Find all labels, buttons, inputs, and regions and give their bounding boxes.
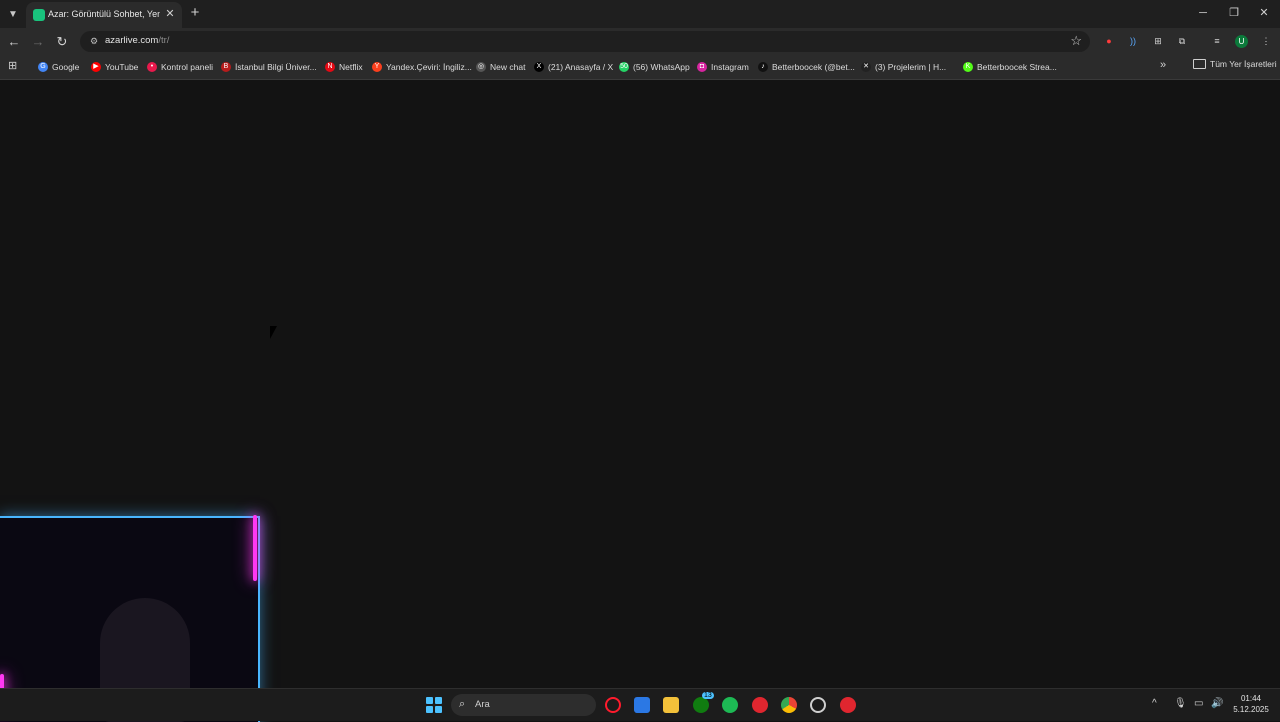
tab-close-icon[interactable]: ✕ <box>163 7 177 21</box>
windows-start-icon[interactable] <box>426 697 442 713</box>
university-icon: B <box>221 62 231 72</box>
bookmark-item[interactable]: B İstanbul Bilgi Üniver... <box>221 59 317 75</box>
all-bookmarks-label: Tüm Yer İşaretleri <box>1210 59 1277 69</box>
bookmark-item[interactable]: 50 (56) WhatsApp <box>619 59 690 75</box>
steam-icon[interactable] <box>810 697 826 713</box>
volume-icon[interactable]: 🔊 <box>1211 698 1223 709</box>
panel-icon: • <box>147 62 157 72</box>
extension-audio-icon[interactable]: )) <box>1126 34 1140 48</box>
bookmark-label: Google <box>52 62 80 72</box>
reload-button[interactable]: ↻ <box>53 33 71 51</box>
apps-grid-icon[interactable]: ⊞ <box>8 60 20 72</box>
bookmark-label: Instagram <box>711 62 749 72</box>
spotify-icon[interactable] <box>722 697 738 713</box>
restore-button[interactable]: ❐ <box>1222 4 1246 22</box>
neon-pink-bar <box>253 515 257 581</box>
mouse-cursor-icon <box>270 326 277 339</box>
app-red-2-icon[interactable] <box>840 697 856 713</box>
back-button[interactable]: ← <box>5 33 23 51</box>
azar-favicon-icon <box>33 9 45 21</box>
opera-gx-icon[interactable] <box>605 697 621 713</box>
bookmark-item[interactable]: X (21) Anasayfa / X <box>534 59 613 75</box>
chrome-icon[interactable] <box>781 697 797 713</box>
bookmark-label: (21) Anasayfa / X <box>548 62 614 72</box>
system-clock[interactable]: 01:44 5.12.2025 <box>1228 693 1274 715</box>
taskbar-search-label: Ara <box>475 699 490 710</box>
url-text: azarlive.com/tr/ <box>105 35 170 46</box>
windows-taskbar: ⌕ Ara 13 ^ 🎙 ▭ 🔊 01:44 5.12.2025 <box>0 688 1280 721</box>
bookmark-label: Betterboocek (@bet... <box>772 62 855 72</box>
bookmark-item[interactable]: K Betterboocek Strea... <box>963 59 1057 75</box>
network-icon[interactable]: ▭ <box>1194 698 1203 709</box>
bookmark-label: Kontrol paneli <box>161 62 213 72</box>
bookmark-label: (3) Projelerim | H... <box>875 62 947 72</box>
bookmark-item[interactable]: ▶ YouTube <box>91 59 138 75</box>
browser-toolbar: ← → ↻ ⚙ azarlive.com/tr/ ☆ ● )) ⊞ ⧉ ≡ U … <box>0 28 1280 55</box>
bookmark-label: New chat <box>490 62 526 72</box>
new-tab-button[interactable]: + <box>188 5 202 20</box>
microphone-icon[interactable]: 🎙 <box>1174 698 1187 709</box>
all-bookmarks-button[interactable]: Tüm Yer İşaretleri <box>1193 59 1277 69</box>
bookmark-item[interactable]: ✕ (3) Projelerim | H... <box>861 59 946 75</box>
bookmark-label: (56) WhatsApp <box>633 62 690 72</box>
tray-chevron-icon[interactable]: ^ <box>1152 698 1157 709</box>
minimize-button[interactable]: ─ <box>1191 4 1215 22</box>
netflix-icon: N <box>325 62 335 72</box>
bookmark-label: İstanbul Bilgi Üniver... <box>235 62 317 72</box>
bookmark-label: Yandex.Çeviri: İngiliz... <box>386 62 472 72</box>
xbox-badge: 13 <box>702 692 714 699</box>
bookmark-item[interactable]: • Kontrol paneli <box>147 59 213 75</box>
taskbar-search[interactable]: ⌕ Ara <box>451 694 596 716</box>
hackerrank-icon: ✕ <box>861 62 871 72</box>
browser-menu-icon[interactable]: ⋮ <box>1259 34 1273 48</box>
active-tab[interactable]: Azar: Görüntülü Sohbet, Yeni Ar ✕ <box>26 2 182 28</box>
profile-avatar[interactable]: U <box>1235 35 1248 48</box>
reading-list-icon[interactable]: ≡ <box>1210 34 1224 48</box>
bookmark-label: Betterboocek Strea... <box>977 62 1057 72</box>
bookmark-star-icon[interactable]: ☆ <box>1070 33 1082 49</box>
bookmark-item[interactable]: N Netflix <box>325 59 363 75</box>
bookmark-item[interactable]: Y Yandex.Çeviri: İngiliz... <box>372 59 472 75</box>
youtube-icon: ▶ <box>91 62 101 72</box>
yandex-icon: Y <box>372 62 382 72</box>
bookmark-item[interactable]: ◎ New chat <box>476 59 525 75</box>
clock-date: 5.12.2025 <box>1233 705 1269 714</box>
folder-icon <box>1193 59 1206 69</box>
outlook-icon[interactable] <box>634 697 650 713</box>
app-red-icon[interactable] <box>752 697 768 713</box>
bookmark-item[interactable]: ♪ Betterboocek (@bet... <box>758 59 855 75</box>
xbox-icon[interactable] <box>693 697 709 713</box>
more-bookmarks-icon[interactable]: » <box>1160 59 1166 71</box>
site-info-icon[interactable]: ⚙ <box>88 35 100 47</box>
bookmark-label: YouTube <box>105 62 139 72</box>
search-icon: ⌕ <box>459 698 466 710</box>
bookmark-label: Netflix <box>339 62 363 72</box>
google-icon: G <box>38 62 48 72</box>
tab-strip: ▼ Azar: Görüntülü Sohbet, Yeni Ar ✕ + ─ … <box>0 0 1280 28</box>
extension-translate-icon[interactable]: ⊞ <box>1151 34 1165 48</box>
tab-search-chevron-icon[interactable]: ▼ <box>4 5 22 23</box>
x-icon: X <box>534 62 544 72</box>
address-bar[interactable]: ⚙ azarlive.com/tr/ ☆ <box>80 31 1090 52</box>
forward-button[interactable]: → <box>29 33 47 51</box>
file-explorer-icon[interactable] <box>663 697 679 713</box>
window-close-button[interactable]: ✕ <box>1252 4 1276 22</box>
instagram-icon: ◘ <box>697 62 707 72</box>
whatsapp-icon: 50 <box>619 62 629 72</box>
chatgpt-icon: ◎ <box>476 62 486 72</box>
tiktok-icon: ♪ <box>758 62 768 72</box>
extension-record-icon[interactable]: ● <box>1102 34 1116 48</box>
clock-time: 01:44 <box>1240 694 1262 703</box>
kick-icon: K <box>963 62 973 72</box>
bookmarks-bar: ⊞ G Google ▶ YouTube • Kontrol paneli B İstanbu… <box>0 55 1280 80</box>
bookmark-item[interactable]: ◘ Instagram <box>697 59 749 75</box>
tab-title: Azar: Görüntülü Sohbet, Yeni Ar <box>48 9 160 19</box>
bookmark-item[interactable]: G Google <box>38 59 79 75</box>
extensions-puzzle-icon[interactable]: ⧉ <box>1175 34 1189 48</box>
